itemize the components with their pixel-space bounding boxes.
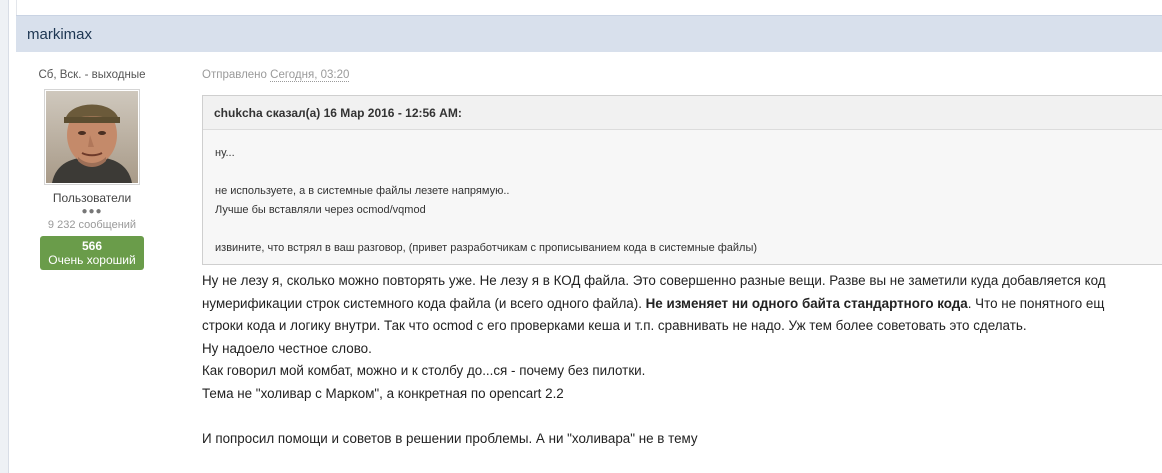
reputation-label: Очень хороший <box>48 253 136 267</box>
author-status: Сб, Вск. - выходные <box>38 69 146 81</box>
message-text: . Что не понятного ещ <box>967 295 1105 311</box>
author-info: Сб, Вск. - выходные Пользователи ●●● 9 2… <box>22 67 162 270</box>
avatar-photo <box>46 91 138 183</box>
reputation-badge[interactable]: 566 Очень хороший <box>40 236 144 270</box>
author-name-link[interactable]: markimax <box>27 26 92 43</box>
quote-line: извините, что встрял в ваш разговор, (пр… <box>215 242 758 254</box>
post-top-border <box>16 0 1162 15</box>
message-line: Как говорил мой комбат, можно и к столбу… <box>202 363 646 379</box>
message-line: Ну не лезу я, сколько можно повторять уж… <box>202 273 1106 288</box>
quote-header: chukcha сказал(а) 16 Мар 2016 - 12:56 AM… <box>203 96 1162 130</box>
quote-body: ну... не используете, а в системные файл… <box>203 130 1162 258</box>
left-rail <box>0 0 9 473</box>
reputation-value: 566 <box>81 239 103 253</box>
message-line: строки кода и логику внутри. Так что ocm… <box>202 318 1027 334</box>
user-group: Пользователи <box>52 191 132 205</box>
message-line: нумерификации строк системного кода файл… <box>202 293 1162 316</box>
quote-line: Лучше бы вставляли через ocmod/vqmod <box>215 204 426 216</box>
avatar[interactable] <box>44 89 140 185</box>
post-message: Ну не лезу я, сколько можно повторять уж… <box>202 270 1162 451</box>
quote-line: ну... <box>215 147 235 159</box>
posted-prefix: Отправлено <box>202 69 267 81</box>
quote-line: не используете, а в системные файлы лезе… <box>215 185 510 197</box>
quote-line <box>215 220 1162 239</box>
post-date: Отправлено Сегодня, 03:20 <box>202 69 350 82</box>
post-count: 9 232 сообщений <box>47 219 137 231</box>
author-bar: markimax <box>16 15 1162 52</box>
message-text: нумерификации строк системного кода файл… <box>202 295 646 311</box>
message-line: Тема не "холивар с Марком", а конкретная… <box>202 385 564 401</box>
message-line: Ну надоело честное слово. <box>202 340 372 356</box>
quote-line <box>215 163 1162 182</box>
quote-block: chukcha сказал(а) 16 Мар 2016 - 12:56 AM… <box>202 95 1162 265</box>
rank-pips: ●●● <box>81 206 103 217</box>
message-line: И попросил помощи и советов в решении пр… <box>202 431 698 447</box>
posted-date: Сегодня, 03:20 <box>270 69 350 82</box>
message-bold-text: Не изменяет ни одного байта стандартного… <box>645 295 968 311</box>
